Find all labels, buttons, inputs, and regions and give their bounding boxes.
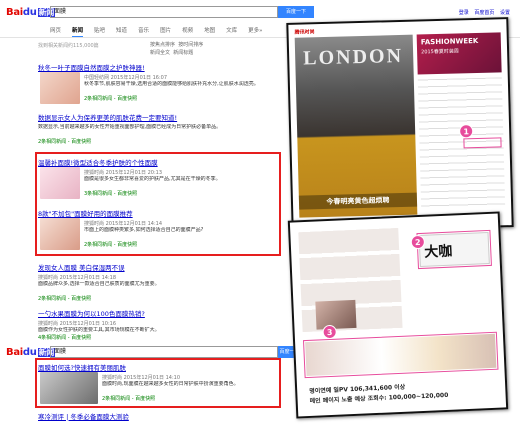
top-links: 登录 百度首页 设置 [455,9,510,16]
result-body: 搜狐时尚 2015年12月01日 14:10 面膜时尚,现面膜在越来越多女性的日… [102,372,278,402]
news-result: 面膜如何选?快速拥有美丽肌肤 [38,362,278,372]
bottom-search-input[interactable]: 面膜 [50,346,278,358]
result-more[interactable]: 2条相同新闻 - 百度快照 [102,395,278,402]
news-result: 秋冬一叶子面膜自然面膜之护肤神器! [38,62,278,72]
panel1-magazine: LONDON [302,44,404,70]
logo-bai: Bai [6,7,23,18]
sort-time[interactable]: 按时间排序 [178,42,203,48]
result-stats: 找到相关新闻约115,000篇 [38,43,99,49]
logo-du: du [22,7,37,18]
filter-fulltext[interactable]: 新闻全文 [150,50,170,56]
filter-title[interactable]: 新闻标题 [173,50,193,56]
panel2-pink-highlight-2 [303,331,499,379]
result-body: 搜狐时尚 2015年12月01日 14:14 市面上的面膜种类繁多,如何选择适合… [84,218,278,248]
result-title[interactable]: 一勺水果面膜为何以100色面膜热销? [38,308,278,318]
sort-options: 按焦点排序 按时间排序 [150,41,203,48]
result-title[interactable]: 发现女人面膜 美白保湿两不误 [38,262,278,272]
logo-du: du [22,347,37,358]
result-more[interactable]: 4条相同新闻 - 百度快照 [38,334,278,341]
result-source: 搜狐时尚 2015年12月01日 14:14 [84,221,163,227]
panel1-fashionweek[interactable]: FASHIONWEEK 2015春夏时装周 [416,32,502,75]
panel1-pink-highlight [463,137,502,149]
news-result: 发现女人面膜 美白保湿两不误 搜狐时尚 2015年12月01日 14:18 面膜… [38,262,278,302]
result-thumbnail[interactable] [40,218,80,250]
panel2-photo[interactable] [315,299,357,330]
bottom-baidu-logo[interactable]: Baidu 新闻 [6,347,55,358]
result-title[interactable]: 秋冬一叶子面膜自然面膜之护肤神器! [38,62,278,72]
settings-link[interactable]: 设置 [500,10,510,16]
result-more[interactable]: 2条相同新闻 - 百度快照 [38,138,278,145]
panel2-badge-3: 3 [322,324,337,340]
result-more[interactable]: 3条相同新闻 - 百度快照 [84,190,278,197]
result-title[interactable]: 寒冷测评 | 冬季必备面膜大测验 [38,411,278,421]
result-source: 搜狐时尚 2015年12月01日 10:16 [38,321,117,327]
result-thumbnail[interactable] [40,372,98,404]
result-snippet: 市面上的面膜种类繁多,如何选择适合自己的面膜产品? [84,227,204,233]
panel1-brand: 腾讯时尚 [294,29,315,36]
search-input[interactable]: 面膜 [50,6,278,18]
result-title[interactable]: 8款"不加包"面膜好用的面膜推荐 [38,208,278,218]
result-more[interactable]: 2条相同新闻 - 百度快照 [84,241,278,248]
result-source: 搜狐时尚 2015年12月01日 14:10 [102,375,181,381]
login-link[interactable]: 登录 [459,10,469,16]
result-more[interactable]: 2条相同新闻 - 百度快照 [84,95,278,102]
result-snippet: 数据显示,当前越来越多的女性开始重视面部护理,面膜已经成为日常护肤必备单品。 [38,124,222,130]
screenshot-panel-1: 腾讯时尚 LONDON 今春明亮黄色超烦聘 FASHIONWEEK 2015春夏… [286,17,514,233]
panel2-pink-highlight-1 [416,229,492,270]
news-result: 数据显示女人为保养更美的肌肤花费一定要知道! 数据显示,当前越来越多的女性开始重… [38,112,278,145]
result-body: 搜狐时尚 2015年12月01日 20:13 面膜是很多女生都非常喜爱的护肤产品… [84,167,278,197]
news-result: 8款"不加包"面膜好用的面膜推荐 [38,208,278,218]
panel1-caption: 今春明亮黄色超烦聘 [298,192,418,210]
baidu-logo[interactable]: Baidu 新闻 [6,7,55,18]
result-title[interactable]: 数据显示女人为保养更美的肌肤花费一定要知道! [38,112,278,122]
screenshot-panel-2: 大咖 2 3 명이연예 일PV 106,341,600 이상 메인 페이지 노출… [287,211,509,419]
result-more[interactable]: 2条相同新闻 - 百度快照 [38,295,278,302]
result-source: 搜狐时尚 2015年12月01日 20:13 [84,170,163,176]
news-result: 一勺水果面膜为何以100色面膜热销? 搜狐时尚 2015年12月01日 10:1… [38,308,278,341]
result-thumbnail[interactable] [40,167,80,199]
result-snippet: 面膜时尚,现面膜在越来越多女性的日常护肤中扮演重要角色。 [102,381,239,387]
result-source: 中国轻纺网 2015年12月01日 16:07 [84,75,168,81]
result-source: 搜狐时尚 2015年12月01日 14:18 [38,275,117,281]
result-snippet: 秋冬季节,肌肤容易干燥,选用合适的面膜能够给肌肤补充水分,让肌肤水润透亮。 [84,81,259,87]
result-body: 中国轻纺网 2015年12月01日 16:07 秋冬季节,肌肤容易干燥,选用合适… [84,72,278,102]
result-title[interactable]: 温馨补面膜!微型适合冬季护肤的个性面膜 [38,157,278,167]
search-button[interactable]: 百度一下 [278,6,314,18]
home-link[interactable]: 百度首页 [474,10,494,16]
news-result: 温馨补面膜!微型适合冬季护肤的个性面膜 [38,157,278,167]
result-snippet: 面膜品牌众多,选择一款适合自己肤质的面膜尤为重要。 [38,281,160,287]
sort-focus[interactable]: 按焦点排序 [150,42,175,48]
result-thumbnail[interactable] [40,72,80,104]
fashionweek-label: FASHIONWEEK [420,36,479,47]
logo-bai: Bai [6,347,23,358]
fashionweek-sub: 2015春夏时装周 [421,48,459,56]
result-snippet: 面膜作为女性护肤的重要工具,其市场规模在不断扩大。 [38,327,160,333]
result-snippet: 面膜是很多女生都非常喜爱的护肤产品,尤其是在干燥的冬季。 [84,176,221,182]
filter-options: 新闻全文 新闻标题 [150,49,193,56]
panel1-hero[interactable]: LONDON 今春明亮黄色超烦聘 [294,34,418,218]
result-title[interactable]: 面膜如何选?快速拥有美丽肌肤 [38,362,278,372]
